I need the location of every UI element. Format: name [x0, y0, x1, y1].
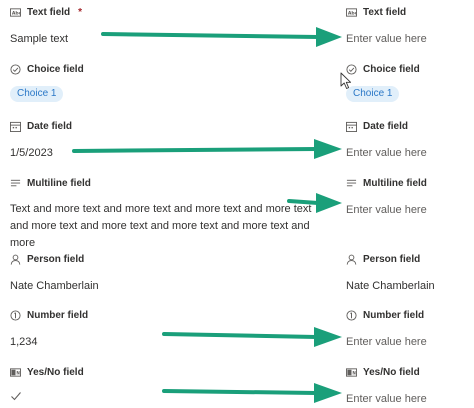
arrow-number — [162, 327, 342, 347]
arrow-multiline — [287, 193, 342, 213]
arrow-date — [72, 139, 342, 159]
mouse-cursor-icon — [340, 72, 352, 89]
annotation-arrows — [72, 27, 342, 403]
arrow-text — [101, 27, 342, 47]
arrow-yesno — [162, 383, 342, 403]
